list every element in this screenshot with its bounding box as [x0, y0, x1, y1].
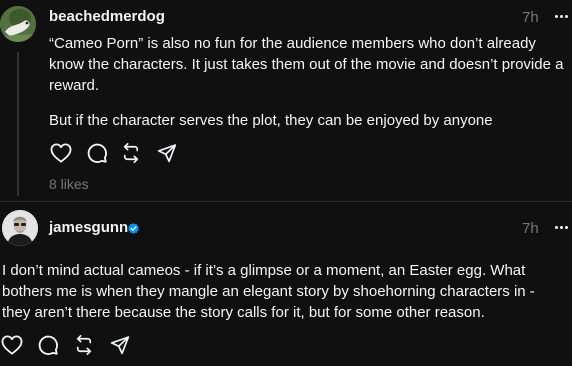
more-options-icon[interactable]: [554, 8, 570, 24]
post-paragraph-2: But if the character serves the plot, th…: [49, 112, 493, 129]
comment-button[interactable]: [85, 141, 109, 165]
avatar-image: [2, 210, 38, 246]
repost-icon: [76, 335, 92, 355]
like-count[interactable]: 8 likes: [49, 176, 89, 192]
share-icon: [157, 144, 177, 163]
username[interactable]: jamesgunn: [49, 219, 128, 236]
like-button[interactable]: [0, 333, 24, 357]
post-beachedmerdog: beachedmerdog 7h “Cameo Porn” is also no…: [0, 0, 572, 200]
heart-icon: [1, 335, 23, 355]
more-options-icon[interactable]: [554, 219, 570, 235]
post-jamesgunn: jamesgunn 7h I don’t mind actual cameos …: [0, 202, 572, 366]
post-body: I don’t mind actual cameos - if it’s a g…: [2, 262, 535, 321]
verified-badge-icon: [128, 223, 139, 234]
avatar[interactable]: [2, 210, 38, 246]
post-actions: [0, 333, 150, 357]
comment-button[interactable]: [36, 333, 60, 357]
share-button[interactable]: [108, 333, 132, 357]
heart-icon: [50, 143, 72, 163]
comment-icon: [87, 143, 107, 163]
username[interactable]: beachedmerdog: [49, 8, 165, 25]
thread-line: [17, 52, 19, 196]
share-icon: [110, 336, 130, 355]
share-button[interactable]: [155, 141, 179, 165]
avatar[interactable]: [0, 6, 36, 42]
post-time[interactable]: 7h: [522, 9, 539, 26]
repost-button[interactable]: [72, 333, 96, 357]
repost-icon: [123, 143, 139, 163]
post-paragraph-1: “Cameo Porn” is also no fun for the audi…: [49, 35, 564, 94]
comment-icon: [38, 335, 58, 355]
post-time[interactable]: 7h: [522, 220, 539, 237]
like-button[interactable]: [49, 141, 73, 165]
repost-button[interactable]: [119, 141, 143, 165]
avatar-image: [0, 6, 36, 42]
post-actions: [49, 141, 199, 165]
